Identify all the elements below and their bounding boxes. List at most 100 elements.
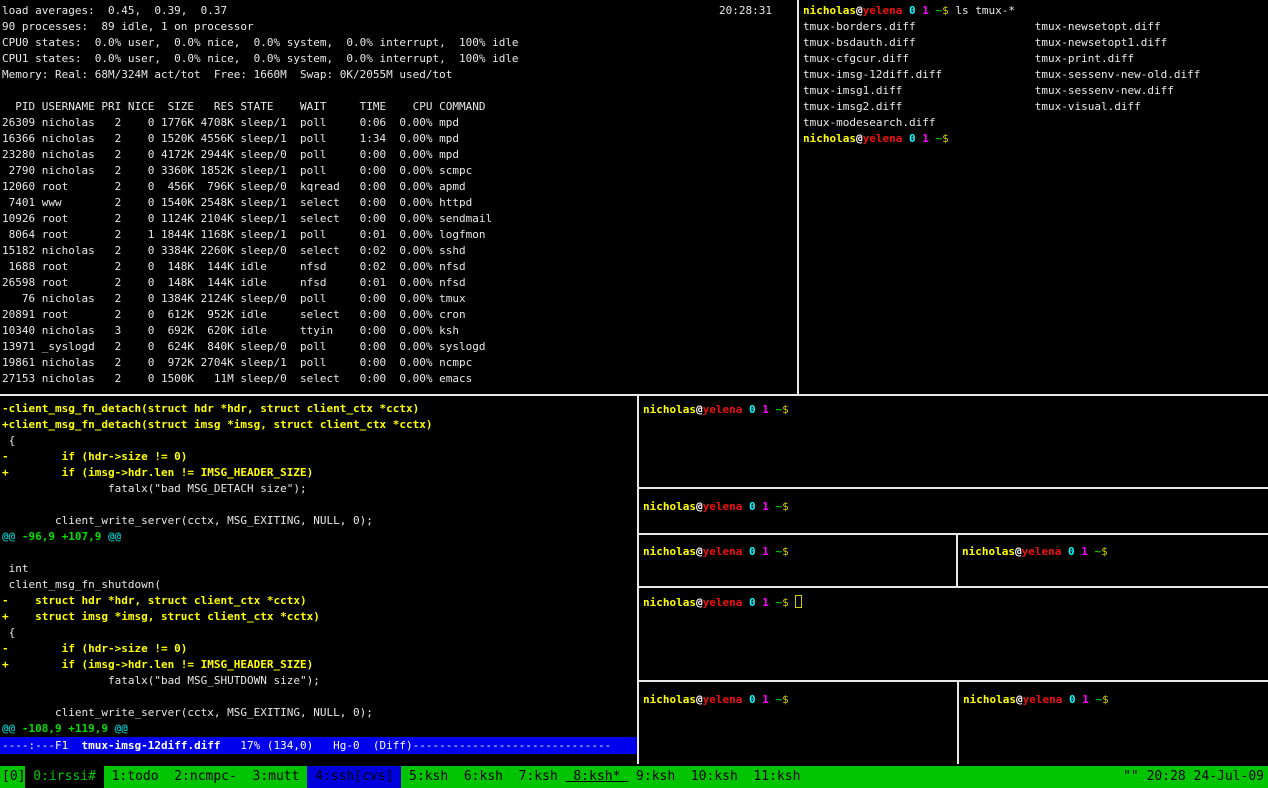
diff-line-rem: - if (hdr->size != 0) xyxy=(2,449,637,465)
shell-prompt: nicholas@yelena 0 1 ~$ xyxy=(963,693,1109,706)
diff-line-hunk: @@ -96,9 +107,9 @@ xyxy=(2,529,637,545)
prompt-part: @ xyxy=(696,545,703,558)
prompt-part xyxy=(902,132,909,145)
shell-pane-4-active[interactable]: nicholas@yelena 0 1 ~$ xyxy=(640,588,1268,680)
diff-line-add: + if (imsg->hdr.len != IMSG_HEADER_SIZE) xyxy=(2,657,637,673)
top-clock: 20:28:31 xyxy=(719,3,772,19)
diff-line-add: + struct imsg *imsg, struct client_ctx *… xyxy=(2,609,637,625)
command-text: ls tmux-* xyxy=(949,4,1015,17)
pane-border-vertical-top[interactable] xyxy=(797,0,799,394)
prompt-part: 0 xyxy=(749,500,756,513)
diff-line-rem: -client_msg_fn_detach(struct hdr *hdr, s… xyxy=(2,401,637,417)
diff-line-rem: - if (hdr->size != 0) xyxy=(2,641,637,657)
prompt-part: @ xyxy=(696,403,703,416)
shell-prompt: nicholas@yelena 0 1 ~$ xyxy=(803,4,949,17)
shell-prompt: nicholas@yelena 0 1 ~$ xyxy=(643,500,789,513)
prompt-part: @ xyxy=(1016,693,1023,706)
diff-line-ctx: { xyxy=(2,433,637,449)
diff-line-ctx: fatalx("bad MSG_DETACH size"); xyxy=(2,481,637,497)
shell-prompt: nicholas@yelena 0 1 ~$ xyxy=(643,596,789,609)
prompt-part: nicholas xyxy=(962,545,1015,558)
diff-line-ctx: { xyxy=(2,625,637,641)
prompt-part: @ xyxy=(856,132,863,145)
file-listing: tmux-borders.diff tmux-newsetopt.diff tm… xyxy=(803,19,1268,131)
shell-pane-5-left[interactable]: nicholas@yelena 0 1 ~$ xyxy=(640,682,957,764)
status-window-4[interactable]: 4:ssh[cvs] xyxy=(307,766,401,788)
status-window-1[interactable]: 1:todo xyxy=(104,766,167,788)
prompt-part xyxy=(902,4,909,17)
diff-line-ctx xyxy=(2,497,637,513)
prompt-part: yelena xyxy=(703,545,743,558)
window-list: 0:irssi# 1:todo 2:ncmpc- 3:mutt 4:ssh[cv… xyxy=(25,766,808,788)
diff-line-add: +client_msg_fn_detach(struct imsg *imsg,… xyxy=(2,417,637,433)
prompt-part: 1 xyxy=(922,4,929,17)
prompt-line: nicholas@yelena 0 1 ~$ xyxy=(643,692,957,708)
shell-pane-3-right[interactable]: nicholas@yelena 0 1 ~$ xyxy=(958,535,1268,586)
process-table: PID USERNAME PRI NICE SIZE RES STATE WAI… xyxy=(2,99,796,387)
prompt-part: yelena xyxy=(863,4,903,17)
prompt-part: @ xyxy=(696,596,703,609)
prompt-part: 0 xyxy=(749,693,756,706)
prompt-part: 1 xyxy=(922,132,929,145)
text-segment: -96,9 +107,9 xyxy=(15,530,108,543)
status-window-5[interactable]: 5:ksh xyxy=(401,766,456,788)
prompt-part xyxy=(742,403,749,416)
prompt-part: 1 xyxy=(762,545,769,558)
status-window-9[interactable]: 9:ksh xyxy=(628,766,683,788)
diff-line-rem: - struct hdr *hdr, struct client_ctx *cc… xyxy=(2,593,637,609)
prompt-part: nicholas xyxy=(643,693,696,706)
prompt-part: 1 xyxy=(762,403,769,416)
prompt-part: 0 xyxy=(1068,545,1075,558)
prompt-part: 0 xyxy=(749,403,756,416)
diff-line-hunk: @@ -108,9 +119,9 @@ xyxy=(2,721,637,737)
prompt-part: nicholas xyxy=(803,132,856,145)
prompt-part: $ xyxy=(942,4,949,17)
prompt-part: nicholas xyxy=(643,500,696,513)
prompt-part: nicholas xyxy=(803,4,856,17)
diff-content: -client_msg_fn_detach(struct hdr *hdr, s… xyxy=(0,401,637,737)
prompt-part: $ xyxy=(782,403,789,416)
text-segment: tmux-imsg-12diff.diff xyxy=(81,739,220,752)
status-window-8[interactable]: 8:ksh* xyxy=(566,766,629,788)
prompt-line: nicholas@yelena 0 1 ~$ xyxy=(643,544,956,560)
shell-prompt: nicholas@yelena 0 1 ~$ xyxy=(962,545,1108,558)
prompt-part: $ xyxy=(1102,693,1109,706)
terminal-cursor xyxy=(795,595,802,608)
status-window-10[interactable]: 10:ksh xyxy=(683,766,746,788)
prompt-part: @ xyxy=(696,693,703,706)
status-clock-date: "" 20:28 24-Jul-09 xyxy=(1123,766,1268,788)
shell-pane-1[interactable]: nicholas@yelena 0 1 ~$ xyxy=(640,396,1268,487)
prompt-part: 0 xyxy=(749,545,756,558)
shell-pane-3-left[interactable]: nicholas@yelena 0 1 ~$ xyxy=(640,535,956,586)
shell-pane-ls[interactable]: nicholas@yelena 0 1 ~$ ls tmux-* tmux-bo… xyxy=(801,0,1268,392)
status-window-3[interactable]: 3:mutt xyxy=(245,766,308,788)
prompt-part: nicholas xyxy=(963,693,1016,706)
status-window-11[interactable]: 11:ksh xyxy=(746,766,809,788)
prompt-part: yelena xyxy=(703,596,743,609)
status-window-2[interactable]: 2:ncmpc- xyxy=(166,766,244,788)
prompt-part: @ xyxy=(696,500,703,513)
status-window-6[interactable]: 6:ksh xyxy=(456,766,511,788)
shell-pane-2[interactable]: nicholas@yelena 0 1 ~$ xyxy=(640,489,1268,533)
status-window-0[interactable]: 0:irssi# xyxy=(25,766,103,788)
top-pane[interactable]: 20:28:31 load averages: 0.45, 0.39, 0.37… xyxy=(0,0,796,392)
pane-border-vertical-bottom[interactable] xyxy=(637,396,639,764)
prompt-part: nicholas xyxy=(643,545,696,558)
text-segment: @@ xyxy=(2,530,15,543)
prompt-part: 0 xyxy=(1069,693,1076,706)
emacs-modeline: ----:---F1 tmux-imsg-12diff.diff 17% (13… xyxy=(0,737,637,754)
prompt-part: yelena xyxy=(703,403,743,416)
prompt-part xyxy=(742,545,749,558)
prompt-part xyxy=(742,596,749,609)
emacs-pane[interactable]: -client_msg_fn_detach(struct hdr *hdr, s… xyxy=(0,396,637,764)
prompt-part: $ xyxy=(782,545,789,558)
status-window-7[interactable]: 7:ksh xyxy=(511,766,566,788)
prompt-part: nicholas xyxy=(643,403,696,416)
shell-pane-5-right[interactable]: nicholas@yelena 0 1 ~$ xyxy=(959,682,1268,764)
prompt-part: @ xyxy=(856,4,863,17)
prompt-part xyxy=(1061,545,1068,558)
prompt-line: nicholas@yelena 0 1 ~$ xyxy=(643,499,1268,515)
prompt-part: $ xyxy=(782,693,789,706)
text-segment: @@ xyxy=(115,722,128,735)
prompt-line: nicholas@yelena 0 1 ~$ xyxy=(962,544,1268,560)
